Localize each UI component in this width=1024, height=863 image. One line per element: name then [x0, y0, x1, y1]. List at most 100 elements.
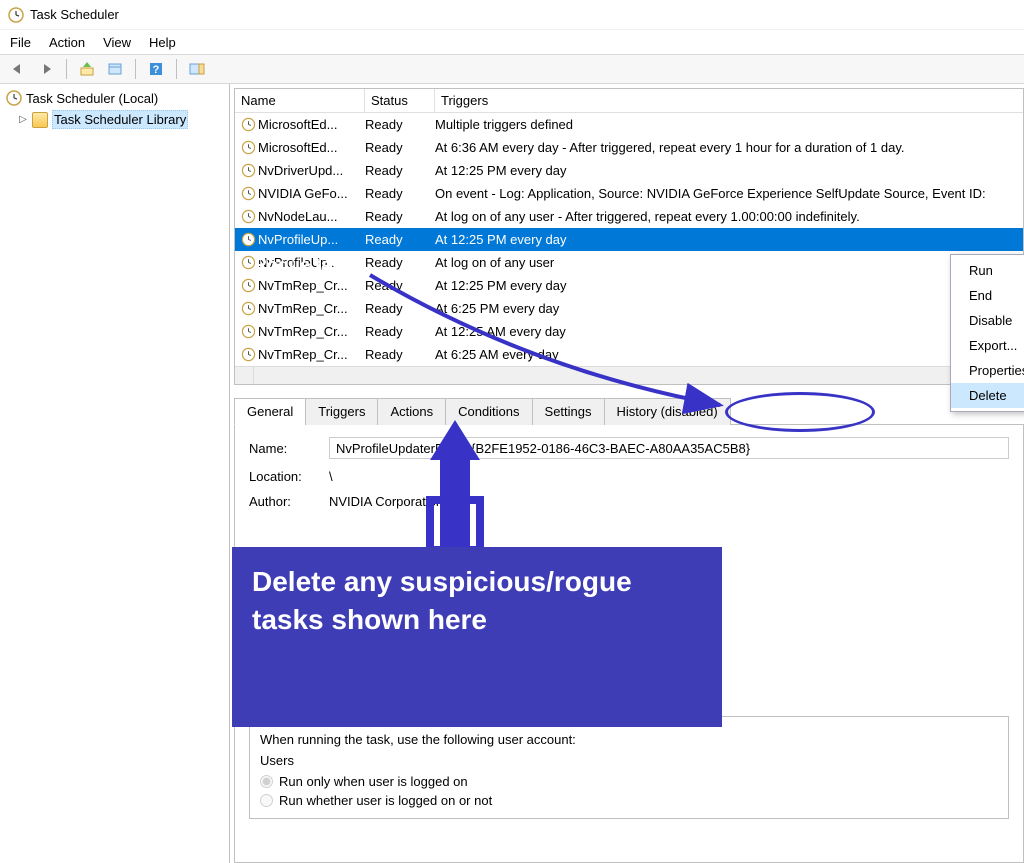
expand-icon[interactable]: ▷	[18, 114, 28, 125]
tree-library[interactable]: ▷ Task Scheduler Library	[4, 108, 225, 131]
task-row[interactable]: NVIDIA GeFo... ReadyOn event - Log: Appli…	[235, 182, 1023, 205]
menu-view[interactable]: View	[103, 35, 131, 50]
task-status: Ready	[365, 324, 435, 339]
task-list-header: Name Status Triggers	[235, 89, 1023, 113]
help-button[interactable]: ?	[144, 57, 168, 81]
task-name: NvTmRep_Cr...	[258, 324, 348, 339]
location-label: Location:	[249, 469, 319, 484]
col-trigger[interactable]: Triggers	[435, 89, 1023, 112]
right-pane: Name Status Triggers MicrosoftEd... Ready…	[230, 84, 1024, 863]
task-trigger: At log on of any user - After triggered,…	[435, 209, 1023, 224]
tab-actions[interactable]: Actions	[377, 398, 446, 425]
clock-icon	[241, 117, 256, 132]
task-row[interactable]: NvTmRep_Cr... ReadyAt 6:25 AM every day	[235, 343, 1023, 366]
task-row[interactable]: NvTmRep_Cr...ReadyAt 12:25 PM every day	[235, 274, 1023, 297]
tree-root[interactable]: Task Scheduler (Local)	[4, 88, 225, 108]
folder-icon	[32, 112, 48, 128]
navigation-tree[interactable]: Task Scheduler (Local) ▷ Task Scheduler …	[0, 84, 230, 863]
actions-pane-button[interactable]	[185, 57, 209, 81]
task-status: Ready	[365, 117, 435, 132]
context-end[interactable]: End	[951, 283, 1024, 308]
task-name: NvTmRep_Cr...	[258, 301, 348, 316]
task-name: NvProfileUp...	[258, 255, 338, 270]
menu-file[interactable]: File	[10, 35, 31, 50]
task-name: NVIDIA GeFo...	[258, 186, 348, 201]
clock-icon	[241, 232, 256, 247]
svg-text:?: ?	[153, 64, 160, 76]
up-button[interactable]	[75, 57, 99, 81]
task-status: Ready	[365, 186, 435, 201]
tab-settings[interactable]: Settings	[532, 398, 605, 425]
context-properties[interactable]: Properties	[951, 358, 1024, 383]
author-value: NVIDIA Corporation	[329, 494, 443, 509]
menu-action[interactable]: Action	[49, 35, 85, 50]
properties-button[interactable]	[103, 57, 127, 81]
task-status: Ready	[365, 163, 435, 178]
clock-icon	[241, 209, 256, 224]
task-row[interactable]: NvDriverUpd... ReadyAt 12:25 PM every day	[235, 159, 1023, 182]
radio-logged-off[interactable]	[260, 794, 273, 807]
titlebar: Task Scheduler	[0, 0, 1024, 30]
clock-icon	[241, 347, 256, 362]
radio-logged-off-label: Run whether user is logged on or not	[279, 793, 492, 808]
task-row[interactable]: MicrosoftEd... ReadyAt 6:36 AM every day …	[235, 136, 1023, 159]
context-disable[interactable]: Disable	[951, 308, 1024, 333]
name-field[interactable]: NvProfileUpdaterDaily_{B2FE1952-0186-46C…	[329, 437, 1009, 459]
task-trigger: At 6:25 AM every day	[435, 347, 1023, 362]
back-button[interactable]	[6, 57, 30, 81]
task-trigger: At 12:25 PM every day	[435, 278, 1023, 293]
context-menu: Run End Disable Export... Properties Del…	[950, 254, 1024, 412]
task-trigger: At 12:25 PM every day	[435, 163, 1023, 178]
context-delete[interactable]: Delete	[951, 383, 1024, 408]
task-row[interactable]: NvTmRep_Cr... ReadyAt 12:25 AM every day	[235, 320, 1023, 343]
clock-icon	[8, 7, 24, 23]
task-name: NvTmRep_Cr...	[258, 347, 348, 362]
task-status: Ready	[365, 301, 435, 316]
context-export[interactable]: Export...	[951, 333, 1024, 358]
task-name: NvDriverUpd...	[258, 163, 343, 178]
task-row[interactable]: NvProfileUp...ReadyAt 12:25 PM every day	[235, 228, 1023, 251]
task-trigger: At 12:25 AM every day	[435, 324, 1023, 339]
tree-library-label: Task Scheduler Library	[52, 110, 188, 129]
name-label: Name:	[249, 441, 319, 456]
col-name[interactable]: Name	[235, 89, 365, 112]
detail-tabs: General Triggers Actions Conditions Sett…	[234, 397, 1024, 425]
task-status: Ready	[365, 140, 435, 155]
tab-triggers[interactable]: Triggers	[305, 398, 378, 425]
context-run[interactable]: Run	[951, 258, 1024, 283]
annotation-instruction-box: Delete any suspicious/rogue tasks shown …	[232, 547, 722, 727]
task-row[interactable]: NvProfileUp... ReadyAt log on of any user	[235, 251, 1023, 274]
menu-help[interactable]: Help	[149, 35, 176, 50]
tree-root-label: Task Scheduler (Local)	[26, 91, 158, 106]
task-name: MicrosoftEd...	[258, 117, 337, 132]
task-trigger: At log on of any user	[435, 255, 1023, 270]
task-trigger: At 6:36 AM every day - After triggered, …	[435, 140, 1023, 155]
radio-logged-on-label: Run only when user is logged on	[279, 774, 468, 789]
clock-icon	[6, 90, 22, 106]
toolbar: ?	[0, 54, 1024, 84]
security-text: When running the task, use the following…	[260, 732, 998, 747]
clock-icon	[241, 324, 256, 339]
task-name: MicrosoftEd...	[258, 140, 337, 155]
annotation-delete-ellipse	[725, 392, 875, 432]
task-trigger: On event - Log: Application, Source: NVI…	[435, 186, 1023, 201]
clock-icon	[241, 255, 256, 270]
tab-history[interactable]: History (disabled)	[604, 398, 731, 425]
forward-button[interactable]	[34, 57, 58, 81]
security-user: Users	[260, 753, 998, 768]
task-status: Ready	[365, 232, 435, 247]
tab-general[interactable]: General	[234, 398, 306, 425]
task-row[interactable]: MicrosoftEd...ReadyMultiple triggers def…	[235, 113, 1023, 136]
task-trigger: At 12:25 PM every day	[435, 232, 1023, 247]
task-row[interactable]: NvTmRep_Cr...ReadyAt 6:25 PM every day	[235, 297, 1023, 320]
clock-icon	[241, 140, 256, 155]
window-title: Task Scheduler	[30, 7, 119, 22]
radio-logged-on[interactable]	[260, 775, 273, 788]
task-status: Ready	[365, 255, 435, 270]
task-status: Ready	[365, 347, 435, 362]
task-list[interactable]: Name Status Triggers MicrosoftEd... Ready…	[234, 88, 1024, 385]
tab-conditions[interactable]: Conditions	[445, 398, 532, 425]
col-status[interactable]: Status	[365, 89, 435, 112]
task-row[interactable]: NvNodeLau...ReadyAt log on of any user -…	[235, 205, 1023, 228]
horizontal-scrollbar[interactable]	[235, 366, 1023, 384]
